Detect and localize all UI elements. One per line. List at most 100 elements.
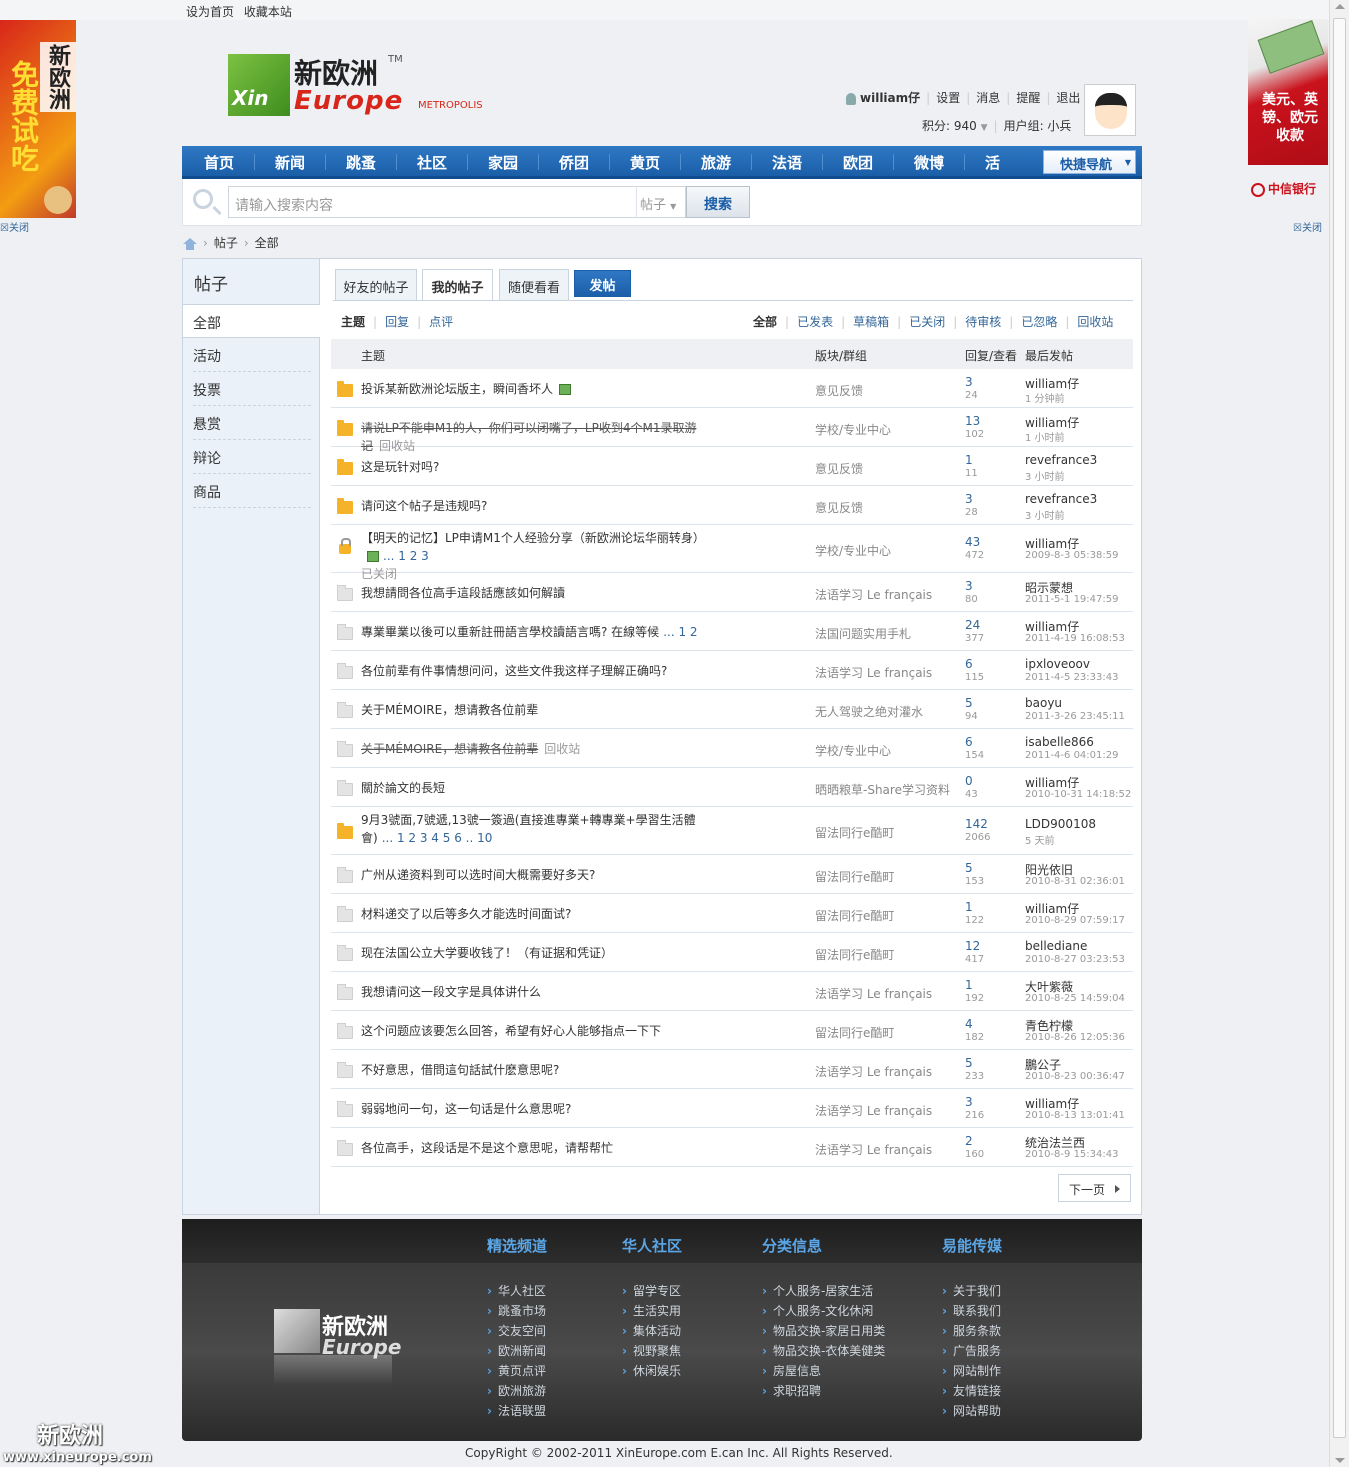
table-row[interactable]: 專業畢業以後可以重新註冊語言學校讀語言嗎? 在線等候 ... 1 2 法国问题实用手… [331,612,1133,651]
post-last-author[interactable]: LDD900108 [1025,817,1096,831]
bank-logo[interactable]: 中信银行 [1251,180,1316,197]
post-subject[interactable]: 各位前辈有件事情想问问，这些文件我这样子理解正确吗? [361,662,701,680]
post-last-author[interactable]: revefrance3 [1025,453,1097,467]
post-replies[interactable]: 5 [965,696,973,710]
nav-item-french[interactable]: 法语 [772,152,802,173]
post-subject[interactable]: 關於論文的長短 [361,779,701,797]
table-row[interactable]: 请问这个帖子是违规吗? 意见反馈 3 28 revefrance3 3 小时前 [331,486,1133,525]
scroll-up-arrow-icon[interactable] [1335,4,1345,9]
post-forum[interactable]: 留法同行e酷町 [815,868,894,885]
table-row[interactable]: 各位高手，这段话是不是这个意思呢，请帮帮忙 法语学习 Le français 2 16… [331,1128,1133,1167]
logout-link[interactable]: 退出 [1056,91,1080,105]
filter-comments[interactable]: 点评 [429,315,453,329]
post-title[interactable]: 關於論文的長短 [361,781,445,795]
right-ad-banner[interactable]: 美元、英镑、欧元收款 [1248,19,1328,165]
footer-link[interactable]: 欧洲旅游 [487,1382,546,1399]
post-replies[interactable]: 6 [965,657,973,671]
scroll-thumb[interactable] [1333,18,1346,1438]
post-subject[interactable]: 关于MÉMOIRE，想请教各位前辈 回收站 [361,740,701,758]
post-title[interactable]: 投诉某新欧洲论坛版主，瞬间香坏人 [361,382,553,396]
nav-item-home-garden[interactable]: 家园 [488,152,518,173]
quick-nav-button[interactable]: 快捷导航 ▼ [1043,150,1136,174]
post-title[interactable]: 关于MÉMOIRE，想请教各位前辈 [361,703,538,717]
messages-link[interactable]: 消息 [976,91,1000,105]
table-row[interactable]: 关于MÉMOIRE，想请教各位前辈 无人驾驶之绝对灌水 5 94 baoyu 2011-3… [331,690,1133,729]
footer-link[interactable]: 跳蚤市场 [487,1302,546,1319]
footer-link[interactable]: 物品交换-衣体美健类 [762,1342,885,1359]
filter-pending[interactable]: 待审核 [965,315,1001,329]
footer-link[interactable]: 欧洲新闻 [487,1342,546,1359]
sidebar-item-goods[interactable]: 商品 [193,474,311,508]
post-title[interactable]: 【明天的记忆】LP申请M1个人经验分享（新欧洲论坛华丽转身） [361,531,705,545]
post-replies[interactable]: 1 [965,453,973,467]
footer-link[interactable]: 个人服务-居家生活 [762,1282,873,1299]
nav-item-groups[interactable]: 侨团 [559,152,589,173]
table-row[interactable]: 这个问题应该要怎么回答，希望有好心人能够指点一下下 留法同行e酷町 4 182 青色柠檬… [331,1011,1133,1050]
footer-link[interactable]: 休闲娱乐 [622,1362,681,1379]
post-subject[interactable]: 材料递交了以后等多久才能选时间面试? [361,905,701,923]
post-pages[interactable]: ... 1 2 [663,625,697,639]
nav-item-yellow-pages[interactable]: 黄页 [630,152,660,173]
post-subject[interactable]: 不好意思，借問這句話試什麽意思呢? [361,1061,701,1079]
footer-link[interactable]: 黄页点评 [487,1362,546,1379]
post-replies[interactable]: 0 [965,774,973,788]
post-replies[interactable]: 43 [965,535,980,549]
sidebar-item-polls[interactable]: 投票 [193,372,311,406]
post-forum[interactable]: 留法同行e酷町 [815,946,894,963]
post-forum[interactable]: 学校/专业中心 [815,742,891,759]
post-forum[interactable]: 留法同行e酷町 [815,907,894,924]
post-last-author[interactable]: ipxloveoov [1025,657,1090,671]
table-row[interactable]: 关于MÉMOIRE，想请教各位前辈 回收站 学校/专业中心 6 154 isabelle8… [331,729,1133,768]
footer-link[interactable]: 联系我们 [942,1302,1001,1319]
search-input[interactable]: 请输入搜索内容 [228,186,638,218]
table-row[interactable]: 【明天的记忆】LP申请M1个人经验分享（新欧洲论坛华丽转身）... 1 2 3已… [331,525,1133,581]
footer-link[interactable]: 集体活动 [622,1322,681,1339]
post-replies[interactable]: 5 [965,861,973,875]
post-title[interactable]: 材料递交了以后等多久才能选时间面试? [361,907,571,921]
tab-friends-posts[interactable]: 好友的帖子 [335,269,417,300]
footer-link[interactable]: 法语联盟 [487,1402,546,1419]
post-forum[interactable]: 意见反馈 [815,499,863,516]
post-replies[interactable]: 3 [965,492,973,506]
footer-link[interactable]: 网站制作 [942,1362,1001,1379]
post-forum[interactable]: 法语学习 Le français [815,985,932,1002]
username-link[interactable]: william仔 [860,91,920,105]
table-row[interactable]: 材料递交了以后等多久才能选时间面试? 留法同行e酷町 1 122 william仔 201… [331,894,1133,933]
post-title[interactable]: 弱弱地问一句，这一句话是什么意思呢? [361,1102,571,1116]
post-replies[interactable]: 12 [965,939,980,953]
filter-all[interactable]: 全部 [753,315,777,329]
left-ad-close[interactable]: ☒关闭 [0,219,29,234]
table-row[interactable]: 我想请问这一段文字是具体讲什么 法语学习 Le français 1 192 大叶紫薇 2… [331,972,1133,1011]
post-replies[interactable]: 2 [965,1134,973,1148]
site-logo[interactable]: Xin 新欧洲 TM Europe METROPOLIS [228,52,483,124]
post-title[interactable]: 这个问题应该要怎么回答，希望有好心人能够指点一下下 [361,1024,661,1038]
filter-drafts[interactable]: 草稿箱 [853,315,889,329]
post-replies[interactable]: 142 [965,817,988,831]
post-replies[interactable]: 1 [965,900,973,914]
footer-link[interactable]: 服务条款 [942,1322,1001,1339]
footer-link[interactable]: 交友空间 [487,1322,546,1339]
post-title[interactable]: 请问这个帖子是违规吗? [361,499,487,513]
post-forum[interactable]: 留法同行e酷町 [815,1024,894,1041]
post-forum[interactable]: 法语学习 Le français [815,1141,932,1158]
points-dropdown[interactable]: 积分: 940 [922,119,977,133]
sidebar-item-all[interactable]: 全部 [183,304,320,338]
post-last-author[interactable]: baoyu [1025,696,1062,710]
post-replies[interactable]: 6 [965,735,973,749]
filter-published[interactable]: 已发表 [797,315,833,329]
filter-closed[interactable]: 已关闭 [909,315,945,329]
post-title[interactable]: 广州从递资料到可以选时间大概需要好多天? [361,868,595,882]
tab-random[interactable]: 随便看看 [499,269,569,300]
post-replies[interactable]: 3 [965,375,973,389]
post-forum[interactable]: 法语学习 Le français [815,664,932,681]
settings-link[interactable]: 设置 [936,91,960,105]
post-subject[interactable]: 專業畢業以後可以重新註冊語言學校讀語言嗎? 在線等候 ... 1 2 [361,623,701,641]
nav-item-flea[interactable]: 跳蚤 [346,152,376,173]
tab-my-posts[interactable]: 我的帖子 [422,269,493,301]
post-subject[interactable]: 现在法国公立大学要收钱了！（有证据和凭证） [361,944,701,962]
right-ad-close[interactable]: ☒关闭 [1293,219,1322,234]
table-row[interactable]: 这是玩针对吗? 意见反馈 1 11 revefrance3 3 小时前 [331,447,1133,486]
post-last-author[interactable]: bellediane [1025,939,1087,953]
post-forum[interactable]: 法国问题实用手札 [815,625,911,642]
scrollbar[interactable] [1329,0,1349,1467]
